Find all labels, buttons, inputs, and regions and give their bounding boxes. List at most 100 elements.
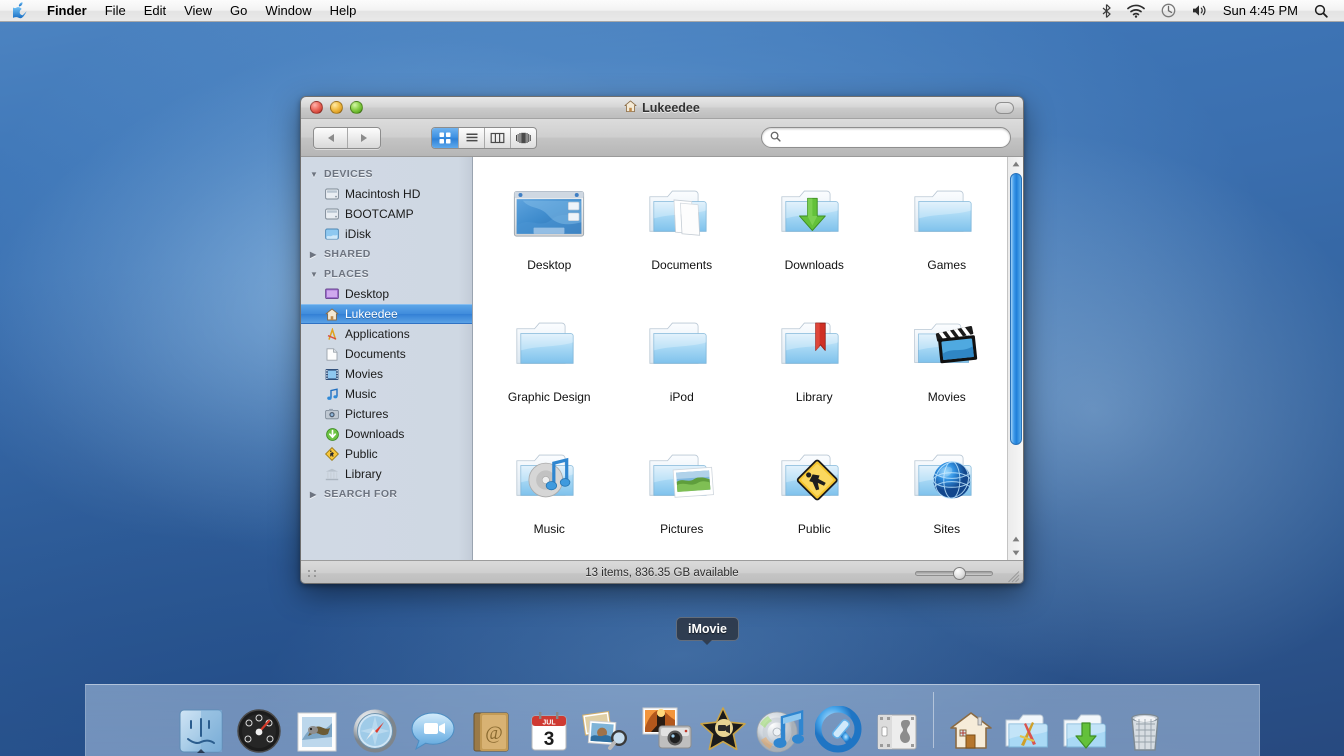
- bluetooth-icon[interactable]: [1094, 1, 1119, 21]
- menu-item-view[interactable]: View: [175, 2, 221, 20]
- dock-item-downloads-folder[interactable]: [1059, 684, 1115, 754]
- file-item[interactable]: Sites: [881, 433, 1014, 560]
- file-item[interactable]: iPod: [616, 301, 749, 433]
- menu-item-edit[interactable]: Edit: [135, 2, 175, 20]
- sidebar-item-desktop[interactable]: Desktop: [301, 284, 472, 304]
- file-item[interactable]: Public: [748, 433, 881, 560]
- file-label: Movies: [927, 390, 966, 404]
- sidebar-item-library[interactable]: Library: [301, 464, 472, 484]
- dock-item-quicktime[interactable]: [811, 684, 867, 754]
- desktop-window-icon: [512, 175, 586, 249]
- forward-button[interactable]: [347, 127, 380, 148]
- documents-folder-icon: [645, 175, 719, 249]
- sidebar-header-devices[interactable]: ▼ DEVICES: [301, 164, 472, 184]
- file-item[interactable]: Graphic Design: [483, 301, 616, 433]
- scroll-down-arrow[interactable]: [1008, 546, 1024, 560]
- dock-item-finder[interactable]: [173, 684, 229, 754]
- sidebar-item-downloads[interactable]: Downloads: [301, 424, 472, 444]
- disclosure-triangle-icon[interactable]: ▼: [310, 270, 319, 279]
- dock-item-iphoto[interactable]: [579, 684, 635, 754]
- file-grid-area[interactable]: Desktop Documents Downloads Games Graphi…: [473, 157, 1023, 560]
- spotlight-search-icon[interactable]: [1306, 1, 1336, 21]
- menu-item-go[interactable]: Go: [221, 2, 256, 20]
- zoom-button[interactable]: [350, 101, 363, 114]
- search-field[interactable]: [761, 127, 1011, 148]
- quicktime-icon: [814, 706, 861, 753]
- sidebar-item-documents[interactable]: Documents: [301, 344, 472, 364]
- wifi-icon[interactable]: [1119, 1, 1153, 21]
- sidebar-item-music[interactable]: Music: [301, 384, 472, 404]
- sidebar-item-movies[interactable]: Movies: [301, 364, 472, 384]
- file-label: Music: [533, 522, 565, 536]
- search-input[interactable]: [786, 131, 1002, 144]
- sidebar-header-places[interactable]: ▼ PLACES: [301, 264, 472, 284]
- file-item[interactable]: Movies: [881, 301, 1014, 433]
- file-item[interactable]: Music: [483, 433, 616, 560]
- column-view-button[interactable]: [484, 127, 510, 148]
- sidebar-item-lukeedee[interactable]: Lukeedee: [301, 304, 472, 324]
- file-item[interactable]: Games: [881, 169, 1014, 301]
- sidebar-item-bootcamp[interactable]: BOOTCAMP: [301, 204, 472, 224]
- window-title-bar[interactable]: Lukeedee: [301, 97, 1023, 119]
- dock-item-applications-folder[interactable]: [1001, 684, 1057, 754]
- pictures-folder-icon: [645, 439, 719, 513]
- itunes-icon: [756, 710, 804, 753]
- menu-item-file[interactable]: File: [96, 2, 135, 20]
- resize-handle[interactable]: [1007, 570, 1020, 583]
- sidebar-header-search-for[interactable]: ▶ SEARCH FOR: [301, 484, 472, 504]
- dock-item-ical[interactable]: JUL 3: [521, 684, 577, 754]
- file-item[interactable]: Pictures: [616, 433, 749, 560]
- volume-icon[interactable]: [1184, 1, 1215, 21]
- dock-item-ichat[interactable]: [405, 684, 461, 754]
- disclosure-triangle-icon[interactable]: ▼: [310, 170, 319, 179]
- sites-folder-icon: [910, 439, 984, 513]
- dock-item-imovie[interactable]: [695, 684, 751, 754]
- sidebar-item-pictures[interactable]: Pictures: [301, 404, 472, 424]
- sidebar-item-label: Lukeedee: [345, 307, 398, 321]
- menu-item-finder[interactable]: Finder: [38, 2, 96, 20]
- dock-item-dashboard[interactable]: [231, 684, 287, 754]
- dock-item-itunes[interactable]: [753, 684, 809, 754]
- icon-view-button[interactable]: [432, 127, 458, 148]
- file-item[interactable]: Documents: [616, 169, 749, 301]
- sidebar-item-applications[interactable]: Applications: [301, 324, 472, 344]
- list-view-button[interactable]: [458, 127, 484, 148]
- disclosure-triangle-icon[interactable]: ▶: [310, 250, 319, 259]
- dock-item-image-capture[interactable]: [637, 684, 693, 754]
- disclosure-triangle-icon[interactable]: ▶: [310, 490, 319, 499]
- slider-knob[interactable]: [953, 566, 966, 580]
- file-label: Sites: [933, 522, 961, 536]
- coverflow-view-button[interactable]: [510, 127, 536, 148]
- vertical-scrollbar[interactable]: [1007, 157, 1023, 560]
- file-item[interactable]: Library: [748, 301, 881, 433]
- image-capture-icon: [642, 707, 691, 749]
- dock-item-trash[interactable]: [1117, 684, 1173, 754]
- dock-item-system-preferences[interactable]: [869, 684, 925, 754]
- menu-item-window[interactable]: Window: [256, 2, 320, 20]
- close-button[interactable]: [310, 101, 323, 114]
- back-button[interactable]: [314, 128, 347, 148]
- scroll-up-arrow-bottom[interactable]: [1008, 532, 1024, 546]
- apple-menu-icon[interactable]: [13, 2, 28, 19]
- dock-item-mail[interactable]: [289, 684, 345, 754]
- idisk-icon: [325, 227, 339, 241]
- finder-window[interactable]: Lukeedee ▼ DEVICES Macintosh HD BOOTCAMP…: [300, 96, 1024, 584]
- scroll-up-arrow[interactable]: [1008, 157, 1024, 171]
- sidebar-header-shared[interactable]: ▶ SHARED: [301, 244, 472, 264]
- minimize-button[interactable]: [330, 101, 343, 114]
- scrollbar-thumb[interactable]: [1009, 173, 1022, 445]
- icon-size-slider[interactable]: [915, 566, 993, 580]
- sidebar-item-idisk[interactable]: iDisk: [301, 224, 472, 244]
- dock-item-home-folder[interactable]: [943, 684, 999, 754]
- timemachine-icon[interactable]: [1153, 1, 1184, 21]
- dock-item-address-book[interactable]: @: [463, 684, 519, 754]
- sidebar-item-macintosh-hd[interactable]: Macintosh HD: [301, 184, 472, 204]
- sidebar-item-public[interactable]: Public: [301, 444, 472, 464]
- menu-item-help[interactable]: Help: [321, 2, 366, 20]
- toolbar-toggle-button[interactable]: [995, 102, 1014, 114]
- dock-item-safari[interactable]: [347, 684, 403, 754]
- scrollbar-track[interactable]: [1008, 171, 1024, 532]
- file-item[interactable]: Desktop: [483, 169, 616, 301]
- menu-bar-clock[interactable]: Sun 4:45 PM: [1215, 3, 1306, 18]
- file-item[interactable]: Downloads: [748, 169, 881, 301]
